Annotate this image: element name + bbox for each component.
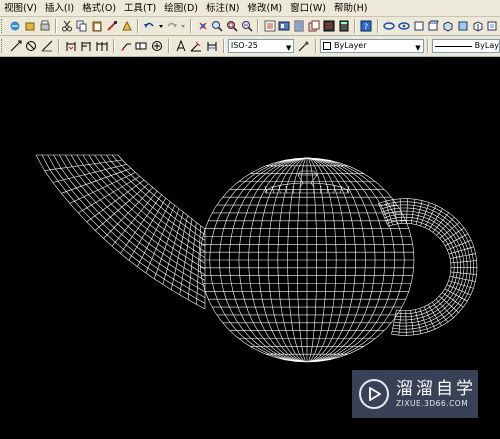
constrained-orbit-icon[interactable] [397,19,410,33]
standard-toolbar: ? [0,17,500,36]
menu-window[interactable]: 窗口(W) [286,0,330,17]
continue-dim-icon[interactable] [95,39,109,53]
dimension-style-select[interactable]: ISO-25 ▼ [227,39,295,53]
toolbar-separator [57,39,60,53]
design-center-icon[interactable] [278,19,291,33]
paste-icon[interactable] [91,19,104,33]
dimension-update-icon[interactable] [9,39,23,53]
zoom-previous-icon[interactable] [241,19,254,33]
linetype-select[interactable]: ByLay [431,39,500,53]
menu-help[interactable]: 帮助(H) [330,0,372,17]
play-icon [359,379,389,409]
quickcalc-icon[interactable] [337,19,350,33]
3d-dwf-icon[interactable] [24,19,37,33]
3d-orbit-icon[interactable] [383,19,396,33]
watermark: 溜溜自学 ZIXUE.3D66.COM [352,370,478,418]
wireframe-mesh [35,154,478,363]
dropdown-arrow-icon: ▼ [415,44,421,52]
block-editor-icon[interactable] [120,19,133,33]
publish-icon[interactable] [9,19,22,33]
toolbar-grip[interactable] [1,39,6,53]
toolbar-separator [426,39,429,53]
menu-format[interactable]: 格式(O) [78,0,120,17]
dimension-style-manager-icon[interactable] [297,39,311,53]
view-top-icon[interactable] [427,19,440,33]
redo-dropdown-icon[interactable] [180,19,186,33]
watermark-text: 溜溜自学 ZIXUE.3D66.COM [396,379,476,409]
cut-icon[interactable] [61,19,74,33]
center-mark-icon[interactable] [150,39,164,53]
pan-realtime-icon[interactable] [196,19,209,33]
watermark-url: ZIXUE.3D66.COM [396,399,469,408]
tool-palettes-icon[interactable] [293,19,306,33]
layer-select[interactable]: ByLayer ▼ [319,39,424,53]
sheet-set-manager-icon[interactable] [308,19,321,33]
toolbar-separator [112,39,115,53]
linear-dim-icon[interactable] [64,39,78,53]
layer-value: ByLayer [333,41,367,50]
help-icon[interactable]: ? [360,19,373,33]
undo-icon[interactable] [143,19,156,33]
toolbar-separator [190,19,193,33]
match-properties-icon[interactable] [105,19,118,33]
redo-icon[interactable] [166,19,179,33]
toolbar-separator [55,19,57,33]
copy-icon[interactable] [76,19,89,33]
properties-icon[interactable] [263,19,276,33]
toolbar-separator [222,39,225,53]
view-front-icon[interactable] [456,19,469,33]
svg-text:?: ? [364,23,368,32]
watermark-title: 溜溜自学 [396,379,476,399]
linetype-value: ByLay [474,41,499,50]
menu-modify[interactable]: 修改(M) [244,0,287,17]
layer-color-swatch [322,42,331,50]
toolbar-separator [353,19,356,33]
toolbar-separator [167,39,170,53]
menu-view[interactable]: 视图(V) [0,0,41,17]
toolbar-separator [376,19,379,33]
dimension-style-value: ISO-25 [230,41,258,50]
plot-icon[interactable] [38,19,51,33]
quick-leader-icon[interactable] [119,39,133,53]
zoom-window-icon[interactable] [226,19,239,33]
dimension-styles-toolbar: ISO-25 ▼ ByLayer ▼ ByLay [0,36,500,57]
view-back-icon[interactable] [486,19,499,33]
undo-dropdown-icon[interactable] [158,19,164,33]
dropdown-arrow-icon: ▼ [285,44,292,52]
dim-edit-icon[interactable] [174,39,188,53]
view-iso-icon[interactable] [442,19,455,33]
menu-dimension[interactable]: 标注(N) [202,0,244,17]
toolbar-separator [315,39,317,53]
view-right-icon[interactable] [471,19,484,33]
toolbar-separator [257,19,260,33]
toolbar-grip[interactable] [1,19,6,33]
markup-set-manager-icon[interactable] [322,19,335,33]
menu-tools[interactable]: 工具(T) [120,0,160,17]
zoom-realtime-icon[interactable] [211,19,224,33]
no-dimension-icon[interactable] [25,39,39,53]
menu-insert[interactable]: 插入(I) [41,0,78,17]
linetype-preview [434,45,472,47]
menu-draw[interactable]: 绘图(D) [160,0,202,17]
dim-update-icon[interactable] [205,39,219,53]
tolerance-icon[interactable] [135,39,149,53]
view-box-icon[interactable] [412,19,425,33]
aligned-dim-icon[interactable] [40,39,54,53]
baseline-dim-icon[interactable] [80,39,94,53]
toolbar-separator [136,19,139,33]
dim-text-edit-icon[interactable] [190,39,204,53]
menu-bar: 视图(V) 插入(I) 格式(O) 工具(T) 绘图(D) 标注(N) 修改(M… [0,0,500,17]
